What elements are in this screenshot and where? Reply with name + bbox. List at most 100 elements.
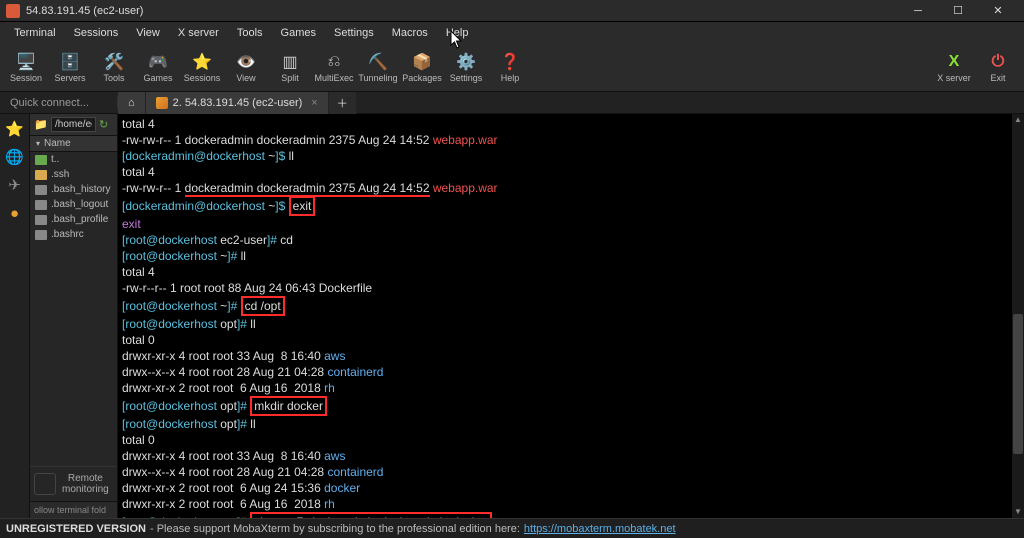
file-icon (35, 230, 47, 240)
file-item[interactable]: .bash_history (30, 182, 117, 197)
terminal-line: drwx--x--x 4 root root 28 Aug 21 04:28 c… (122, 464, 1020, 480)
status-link[interactable]: https://mobaxterm.mobatek.net (524, 523, 676, 535)
view-button-icon: 👁️ (236, 53, 256, 71)
menu-sessions[interactable]: Sessions (66, 25, 127, 41)
exit-button[interactable]: ⏻Exit (976, 46, 1020, 90)
remote-monitor-icon[interactable] (34, 473, 56, 495)
terminal-line: [root@dockerhost opt]# mkdir docker (122, 396, 1020, 416)
app-icon (6, 4, 20, 18)
sessions-button[interactable]: ⭐Sessions (180, 46, 224, 90)
split-button-icon: ▥ (280, 53, 300, 71)
terminal-line: [root@dockerhost ~]# ll (122, 248, 1020, 264)
menu-tools[interactable]: Tools (229, 25, 271, 41)
terminal-line: -rw-rw-r-- 1 dockeradmin dockeradmin 237… (122, 180, 1020, 196)
terminal-line: drwxr-xr-x 2 root root 6 Aug 16 2018 rh (122, 496, 1020, 512)
folder-up-icon[interactable]: 📁 (34, 118, 48, 132)
sessions-button-icon: ⭐ (192, 53, 212, 71)
tab-add[interactable]: ＋ (329, 92, 357, 114)
menu-settings[interactable]: Settings (326, 25, 382, 41)
scroll-down-icon[interactable]: ▼ (1012, 506, 1024, 518)
file-item[interactable]: .bash_profile (30, 212, 117, 227)
refresh-icon[interactable]: ↻ (99, 118, 113, 132)
terminal-line: total 4 (122, 264, 1020, 280)
minimize-button[interactable]: ─ (898, 1, 938, 21)
file-icon (35, 215, 47, 225)
follow-terminal-checkbox[interactable]: ollow terminal fold (30, 501, 117, 518)
status-message: - Please support MobaXterm by subscribin… (150, 523, 520, 535)
remote-label-1: Remote (62, 473, 109, 484)
tunneling-button[interactable]: ⛏️Tunneling (356, 46, 400, 90)
menu-help[interactable]: Help (438, 25, 477, 41)
terminal-line: [root@dockerhost ~]# cd /opt (122, 296, 1020, 316)
close-button[interactable]: ✕ (978, 1, 1018, 21)
home-icon: ⌂ (128, 97, 135, 109)
plus-icon: ＋ (337, 95, 348, 111)
tab-session[interactable]: 2. 54.83.191.45 (ec2-user) × (146, 92, 329, 114)
file-item[interactable]: t.. (30, 152, 117, 167)
session-button[interactable]: 🖥️Session (4, 46, 48, 90)
terminal-line: [dockeradmin@dockerhost ~]$ ll (122, 148, 1020, 164)
tools-button-icon: 🛠️ (104, 53, 124, 71)
tab-label: 2. 54.83.191.45 (ec2-user) (173, 97, 303, 109)
scroll-up-icon[interactable]: ▲ (1012, 114, 1024, 126)
sftp-icon[interactable]: ✈ (6, 176, 24, 194)
maximize-button[interactable]: ☐ (938, 1, 978, 21)
terminal-scrollbar[interactable]: ▲ ▼ (1012, 114, 1024, 518)
file-item[interactable]: .bashrc (30, 227, 117, 242)
globe-icon[interactable]: 🌐 (6, 148, 24, 166)
path-input[interactable] (51, 117, 96, 132)
multiexec-button[interactable]: ⎌MultiExec (312, 46, 356, 90)
unregistered-label: UNREGISTERED VERSION (6, 523, 146, 535)
split-button[interactable]: ▥Split (268, 46, 312, 90)
games-button-icon: 🎮 (148, 53, 168, 71)
tab-home[interactable]: ⌂ (118, 92, 146, 114)
terminal-line: -rw-r--r-- 1 root root 88 Aug 24 06:43 D… (122, 280, 1020, 296)
file-icon (35, 155, 47, 165)
terminal-line: drwxr-xr-x 2 root root 6 Aug 24 15:36 do… (122, 480, 1020, 496)
packages-button[interactable]: 📦Packages (400, 46, 444, 90)
help-button[interactable]: ❓Help (488, 46, 532, 90)
menu-games[interactable]: Games (273, 25, 324, 41)
menu-terminal[interactable]: Terminal (6, 25, 64, 41)
terminal-line: drwxr-xr-x 4 root root 33 Aug 8 16:40 aw… (122, 448, 1020, 464)
servers-button[interactable]: 🗄️Servers (48, 46, 92, 90)
servers-button-icon: 🗄️ (60, 53, 80, 71)
terminal-line: drwxr-xr-x 4 root root 33 Aug 8 16:40 aw… (122, 348, 1020, 364)
terminal-line: [root@dockerhost opt]# ll (122, 316, 1020, 332)
favorites-icon[interactable]: ⭐ (6, 120, 24, 138)
xserver-button[interactable]: XX server (932, 46, 976, 90)
terminal-line: exit (122, 216, 1020, 232)
terminal-line: [root@dockerhost opt]# chown -R dockerad… (122, 512, 1020, 518)
settings-button-icon: ⚙️ (456, 53, 476, 71)
macros-icon[interactable]: ● (6, 204, 24, 222)
session-tab-icon (156, 97, 168, 109)
tunneling-button-icon: ⛏️ (368, 53, 388, 71)
terminal-line: [root@dockerhost ec2-user]# cd (122, 232, 1020, 248)
menu-macros[interactable]: Macros (384, 25, 436, 41)
terminal-line: total 0 (122, 332, 1020, 348)
file-icon (35, 200, 47, 210)
settings-button[interactable]: ⚙️Settings (444, 46, 488, 90)
session-button-icon: 🖥️ (16, 53, 36, 71)
window-title: 54.83.191.45 (ec2-user) (26, 5, 898, 17)
terminal-line: total 0 (122, 432, 1020, 448)
terminal-output[interactable]: total 4 -rw-rw-r-- 1 dockeradmin dockerad… (118, 114, 1024, 518)
menu-view[interactable]: View (128, 25, 168, 41)
multiexec-button-icon: ⎌ (324, 53, 344, 71)
view-button[interactable]: 👁️View (224, 46, 268, 90)
terminal-line: -rw-rw-r-- 1 dockeradmin dockeradmin 237… (122, 132, 1020, 148)
file-item[interactable]: .bash_logout (30, 197, 117, 212)
file-item[interactable]: .ssh (30, 167, 117, 182)
packages-button-icon: 📦 (412, 53, 432, 71)
exit-button-icon: ⏻ (988, 53, 1008, 71)
scroll-thumb[interactable] (1013, 314, 1023, 454)
terminal-line: drwx--x--x 4 root root 28 Aug 21 04:28 c… (122, 364, 1020, 380)
remote-label-2: monitoring (62, 484, 109, 495)
tab-close-icon[interactable]: × (311, 97, 317, 109)
tools-button[interactable]: 🛠️Tools (92, 46, 136, 90)
games-button[interactable]: 🎮Games (136, 46, 180, 90)
column-header-name[interactable]: Name (30, 136, 117, 152)
terminal-line: drwxr-xr-x 2 root root 6 Aug 16 2018 rh (122, 380, 1020, 396)
quick-connect[interactable]: Quick connect... (0, 97, 118, 109)
menu-x-server[interactable]: X server (170, 25, 227, 41)
